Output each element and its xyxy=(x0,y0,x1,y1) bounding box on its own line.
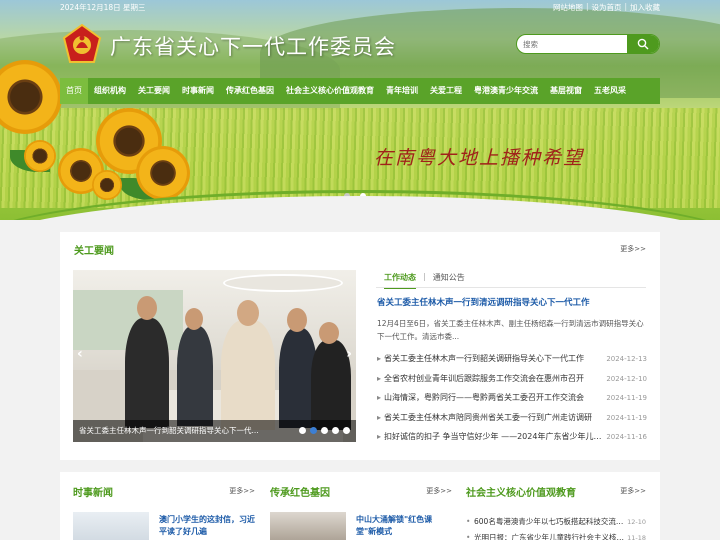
bullet-icon: ▸ xyxy=(377,393,382,402)
utility-links: 网站地图 | 设为首页 | 加入收藏 xyxy=(553,2,660,13)
list-item[interactable]: ▸ 省关工委主任林木声一行到韶关调研指导关心下一代工作 2024-12-13 xyxy=(377,352,649,372)
list-item[interactable]: ▸ 全省农村创业青年训后跟踪服务工作交流会在惠州市召开 2024-12-10 xyxy=(377,372,649,392)
tabs-divider xyxy=(376,287,646,288)
bullet-icon: ▸ xyxy=(377,432,382,441)
section-header-red-gene: 传承红色基因 更多>> xyxy=(270,484,452,499)
photo-person xyxy=(177,326,213,426)
list-item-date: 2024-11-19 xyxy=(606,413,647,422)
banner-slogan: 在南粤大地上播种希望 xyxy=(374,147,585,169)
photo-person xyxy=(125,318,169,428)
current-date: 2024年12月18日 星期三 xyxy=(60,3,146,12)
section-title[interactable]: 社会主义核心价值观教育 xyxy=(466,488,576,499)
story-title[interactable]: 中山大涌解锁"红色课堂"新模式 xyxy=(356,514,452,538)
nav-item-elders[interactable]: 五老风采 xyxy=(588,78,632,104)
photo-person xyxy=(221,320,275,430)
list-item-title[interactable]: 山海情深，粤黔同行——粤黔两省关工委召开工作交流会 xyxy=(384,391,602,405)
list-item-date: 2024-11-19 xyxy=(606,394,647,402)
search-input[interactable] xyxy=(517,35,629,53)
bullet-icon: • xyxy=(466,517,471,526)
add-favorite-link[interactable]: 加入收藏 xyxy=(630,2,660,13)
news-carousel[interactable]: ‹ › 省关工委主任林木声一行到韶关调研指导关心下一代... xyxy=(73,270,356,442)
more-link[interactable]: 更多>> xyxy=(426,486,452,496)
photo-person-head xyxy=(185,308,203,330)
emblem-icon xyxy=(62,23,102,63)
section-header-current-affairs: 时事新闻 更多>> xyxy=(73,484,255,499)
section-title[interactable]: 传承红色基因 xyxy=(270,488,330,499)
headline-title[interactable]: 省关工委主任林木声一行到清远调研指导关心下一代工作 xyxy=(377,296,590,308)
more-link[interactable]: 更多>> xyxy=(229,486,255,496)
separator: | xyxy=(585,2,589,11)
list-item-date: 2024-12-10 xyxy=(606,374,647,383)
list-item-date: 2024-11-16 xyxy=(606,433,647,441)
site-title[interactable]: 广东省关心下一代工作委员会 xyxy=(110,31,396,61)
sunflower-image xyxy=(24,140,56,172)
section-title[interactable]: 时事新闻 xyxy=(73,488,113,499)
story-title[interactable]: 澳门小学生的这封信，习近平读了好几遍 xyxy=(159,514,255,538)
section-title[interactable]: 关工要闻 xyxy=(74,242,114,257)
news-thumbnail[interactable] xyxy=(73,512,149,540)
more-link[interactable]: 更多>> xyxy=(620,486,646,496)
bullet-icon: ▸ xyxy=(377,354,382,363)
list-item[interactable]: • 600名粤港澳青少年以七巧板搭起科技交流桥梁 12-10 xyxy=(466,515,646,531)
nav-item-current-affairs[interactable]: 时事新闻 xyxy=(176,78,220,104)
nav-item-gba-exchange[interactable]: 粤港澳青少年交流 xyxy=(468,78,544,104)
section-header-core-values: 社会主义核心价值观教育 更多>> xyxy=(466,484,646,499)
nav-item-core-values[interactable]: 社会主义核心价值观教育 xyxy=(280,78,380,104)
nav-item-youth-training[interactable]: 青年培训 xyxy=(380,78,424,104)
core-values-list: • 600名粤港澳青少年以七巧板搭起科技交流桥梁 12-10 • 光明日报：广东省少年… xyxy=(466,515,646,540)
carousel-dot[interactable] xyxy=(321,427,328,434)
sitemap-link[interactable]: 网站地图 xyxy=(553,2,583,13)
list-item-title[interactable]: 光明日报：广东省少年儿童践行社会主义核心价值观 xyxy=(474,531,624,540)
top-utility-bar: 2024年12月18日 星期三 网站地图 | 设为首页 | 加入收藏 xyxy=(60,2,660,14)
bullet-icon: ▸ xyxy=(377,373,382,383)
photo-ceiling-light xyxy=(223,274,343,292)
sunflower-image xyxy=(92,170,122,200)
list-item-date: 2024-12-13 xyxy=(606,355,647,363)
nav-item-grassroots[interactable]: 基层视窗 xyxy=(544,78,588,104)
bullet-icon: • xyxy=(466,533,471,540)
list-item-title[interactable]: 600名粤港澳青少年以七巧板搭起科技交流桥梁 xyxy=(474,515,624,529)
bullet-icon: ▸ xyxy=(377,412,382,422)
carousel-dot[interactable] xyxy=(343,427,350,434)
carousel-dot[interactable] xyxy=(332,427,339,434)
list-item[interactable]: ▸ 山海情深，粤黔同行——粤黔两省关工委召开工作交流会 2024-11-19 xyxy=(377,391,649,411)
nav-item-red-gene[interactable]: 传承红色基因 xyxy=(220,78,280,104)
search-box xyxy=(516,34,660,54)
carousel-pagination xyxy=(299,427,350,434)
separator: | xyxy=(624,2,627,11)
site-logo[interactable] xyxy=(62,23,102,64)
photo-person-head xyxy=(287,308,307,332)
photo-person xyxy=(311,340,351,430)
news-thumbnail[interactable] xyxy=(270,512,346,540)
list-item-title[interactable]: 扣好诚信的扣子 争当守信好少年 ——2024年广东省少年儿童诚信教育活动 xyxy=(384,430,602,444)
search-button[interactable] xyxy=(627,35,659,53)
card-header: 关工要闻 更多>> xyxy=(74,242,646,257)
carousel-prev-arrow[interactable]: ‹ xyxy=(77,346,83,362)
list-item-title[interactable]: 省关工委主任林木声一行到韶关调研指导关心下一代工作 xyxy=(384,352,602,366)
search-icon xyxy=(637,38,649,50)
list-item[interactable]: ▸扣好诚信的扣子 争当守信好少年 ——2024年广东省少年儿童诚信教育活动 202… xyxy=(377,430,649,450)
list-item-title[interactable]: 省关工委主任林木声陪同贵州省关工委一行到广州走访调研 xyxy=(384,411,602,425)
photo-person-head xyxy=(237,300,259,326)
list-item[interactable]: ▸ 省关工委主任林木声陪同贵州省关工委一行到广州走访调研 2024-11-19 xyxy=(377,411,649,431)
nav-item-news[interactable]: 关工要闻 xyxy=(132,78,176,104)
more-link[interactable]: 更多>> xyxy=(620,244,646,254)
carousel-dot-active[interactable] xyxy=(310,427,317,434)
nav-item-home[interactable]: 首页 xyxy=(60,78,88,104)
photo-person-head xyxy=(137,296,157,320)
list-item[interactable]: •光明日报：广东省少年儿童践行社会主义核心价值观11-18 xyxy=(466,531,646,540)
news-list: ▸ 省关工委主任林木声一行到韶关调研指导关心下一代工作 2024-12-13 ▸ 全省… xyxy=(377,352,649,450)
nav-item-organization[interactable]: 组织机构 xyxy=(88,78,132,104)
carousel-next-arrow[interactable]: › xyxy=(346,346,352,362)
photo-person-head xyxy=(319,322,339,344)
nav-item-care-project[interactable]: 关爱工程 xyxy=(424,78,468,104)
list-item-date: 12-10 xyxy=(627,518,646,526)
headline-summary: 12月4日至6日，省关工委主任林木声、副主任杨绍森一行到清远市调研指导关心下一代… xyxy=(377,319,644,341)
sunflower-image xyxy=(136,146,190,200)
main-nav: 首页 组织机构 关工要闻 时事新闻 传承红色基因 社会主义核心价值观教育 青年培… xyxy=(60,78,660,104)
carousel-dot[interactable] xyxy=(299,427,306,434)
set-homepage-link[interactable]: 设为首页 xyxy=(591,2,621,13)
list-item-date: 11-18 xyxy=(627,534,646,540)
list-item-title[interactable]: 全省农村创业青年训后跟踪服务工作交流会在惠州市召开 xyxy=(384,372,602,386)
